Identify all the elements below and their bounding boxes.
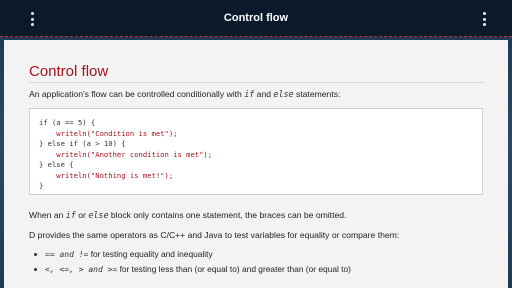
code-block[interactable]: if (a == 5) { writeln("Condition is met"… bbox=[29, 108, 483, 195]
code-line: if (a == 5) { bbox=[39, 118, 96, 127]
list-item: == and != for testing equality and inequ… bbox=[29, 247, 351, 262]
intro-text-mid: and bbox=[256, 89, 272, 99]
braces-paragraph: When an if or else block only contains o… bbox=[29, 210, 346, 220]
bullet-icon bbox=[34, 268, 37, 271]
code-line: writeln("Condition is met"); bbox=[39, 128, 178, 138]
bullet-icon bbox=[34, 253, 37, 256]
inline-code-if: if bbox=[65, 210, 76, 220]
para2-mid: or bbox=[78, 210, 86, 220]
operators-desc: for testing less than (or equal to) and … bbox=[119, 264, 351, 274]
page-title: Control flow bbox=[223, 12, 289, 24]
section-heading: Control flow bbox=[29, 63, 109, 80]
content-page: Control flow An application's flow can b… bbox=[4, 40, 508, 288]
operators-code: == and != bbox=[45, 250, 89, 259]
code-line: writeln("Another condition is met"); bbox=[39, 149, 213, 159]
code-line: writeln("Nothing is met!"); bbox=[39, 170, 174, 180]
intro-text-after: statements: bbox=[295, 89, 341, 99]
heading-divider bbox=[29, 82, 485, 83]
operators-desc: for testing equality and inequality bbox=[90, 249, 213, 259]
para2-after: block only contains one statement, the b… bbox=[110, 210, 347, 220]
menu-icon[interactable] bbox=[26, 12, 38, 26]
app-bar: Control flow bbox=[0, 0, 512, 37]
code-line: } else { bbox=[39, 160, 74, 169]
code-line: } else if (a > 10) { bbox=[39, 139, 126, 148]
operators-paragraph: D provides the same operators as C/C++ a… bbox=[29, 230, 400, 240]
operators-code: <, <=, > and >= bbox=[45, 265, 118, 274]
inline-code-else: else bbox=[273, 89, 294, 99]
list-item: <, <=, > and >= for testing less than (o… bbox=[29, 262, 351, 277]
more-options-icon[interactable] bbox=[478, 12, 490, 26]
operator-list: == and != for testing equality and inequ… bbox=[29, 247, 351, 277]
code-line: } bbox=[39, 181, 44, 190]
intro-paragraph: An application's flow can be controlled … bbox=[29, 89, 340, 99]
inline-code-if: if bbox=[244, 89, 255, 99]
intro-text-before: An application's flow can be controlled … bbox=[29, 89, 242, 99]
inline-code-else: else bbox=[88, 210, 109, 220]
code-text: if (a == 5) { writeln("Condition is met"… bbox=[39, 118, 212, 192]
para2-before: When an bbox=[29, 210, 64, 220]
